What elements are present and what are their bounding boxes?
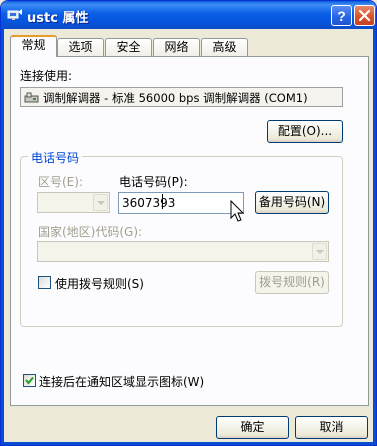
phone-number-value: 3607393: [122, 196, 176, 210]
use-dialing-rules-checkbox[interactable]: [38, 276, 51, 289]
cancel-button-label: 取消: [319, 420, 344, 434]
alternates-button[interactable]: 备用号码(N): [255, 191, 329, 214]
configure-button-label: 配置(O)...: [277, 124, 333, 138]
area-code-label: 区号(E):: [38, 175, 83, 189]
mouse-cursor-icon: [230, 200, 245, 222]
modem-list[interactable]: 调制解调器 - 标准 56000 bps 调制解调器 (COM1): [20, 87, 343, 107]
country-code-select[interactable]: [37, 241, 329, 262]
text-caret: [162, 194, 163, 209]
country-code-label: 国家(地区)代码(G):: [38, 225, 143, 239]
ok-button[interactable]: 确定: [216, 416, 289, 439]
dialing-rules-button[interactable]: 拨号规则(R): [255, 271, 329, 294]
chevron-down-icon: [93, 194, 108, 211]
connect-using-label: 连接使用:: [20, 69, 73, 83]
alternates-button-label: 备用号码(N): [258, 195, 326, 209]
dialing-rules-button-label: 拨号规则(R): [259, 275, 325, 289]
modem-name: 调制解调器 - 标准 56000 bps 调制解调器 (COM1): [43, 91, 308, 105]
use-dialing-rules-label: 使用拨号规则(S): [55, 277, 144, 291]
chevron-down-icon: [312, 243, 327, 260]
configure-button[interactable]: 配置(O)...: [267, 120, 343, 143]
checkmark-icon: [25, 376, 34, 385]
ok-button-label: 确定: [240, 420, 265, 434]
area-code-select[interactable]: [37, 192, 110, 213]
phone-group-label: 电话号码: [28, 149, 83, 166]
phone-number-label: 电话号码(P):: [119, 175, 188, 189]
modem-icon: [24, 90, 39, 107]
show-icon-checkbox[interactable]: [23, 374, 36, 387]
phone-number-input[interactable]: 3607393: [118, 192, 244, 214]
show-icon-label: 连接后在通知区域显示图标(W): [39, 375, 205, 389]
properties-window: ustc 属性 ? 常规 选项 安全 网络 高级 连接使用: 调制解调器 - 标…: [0, 0, 377, 446]
cancel-button[interactable]: 取消: [295, 416, 368, 439]
